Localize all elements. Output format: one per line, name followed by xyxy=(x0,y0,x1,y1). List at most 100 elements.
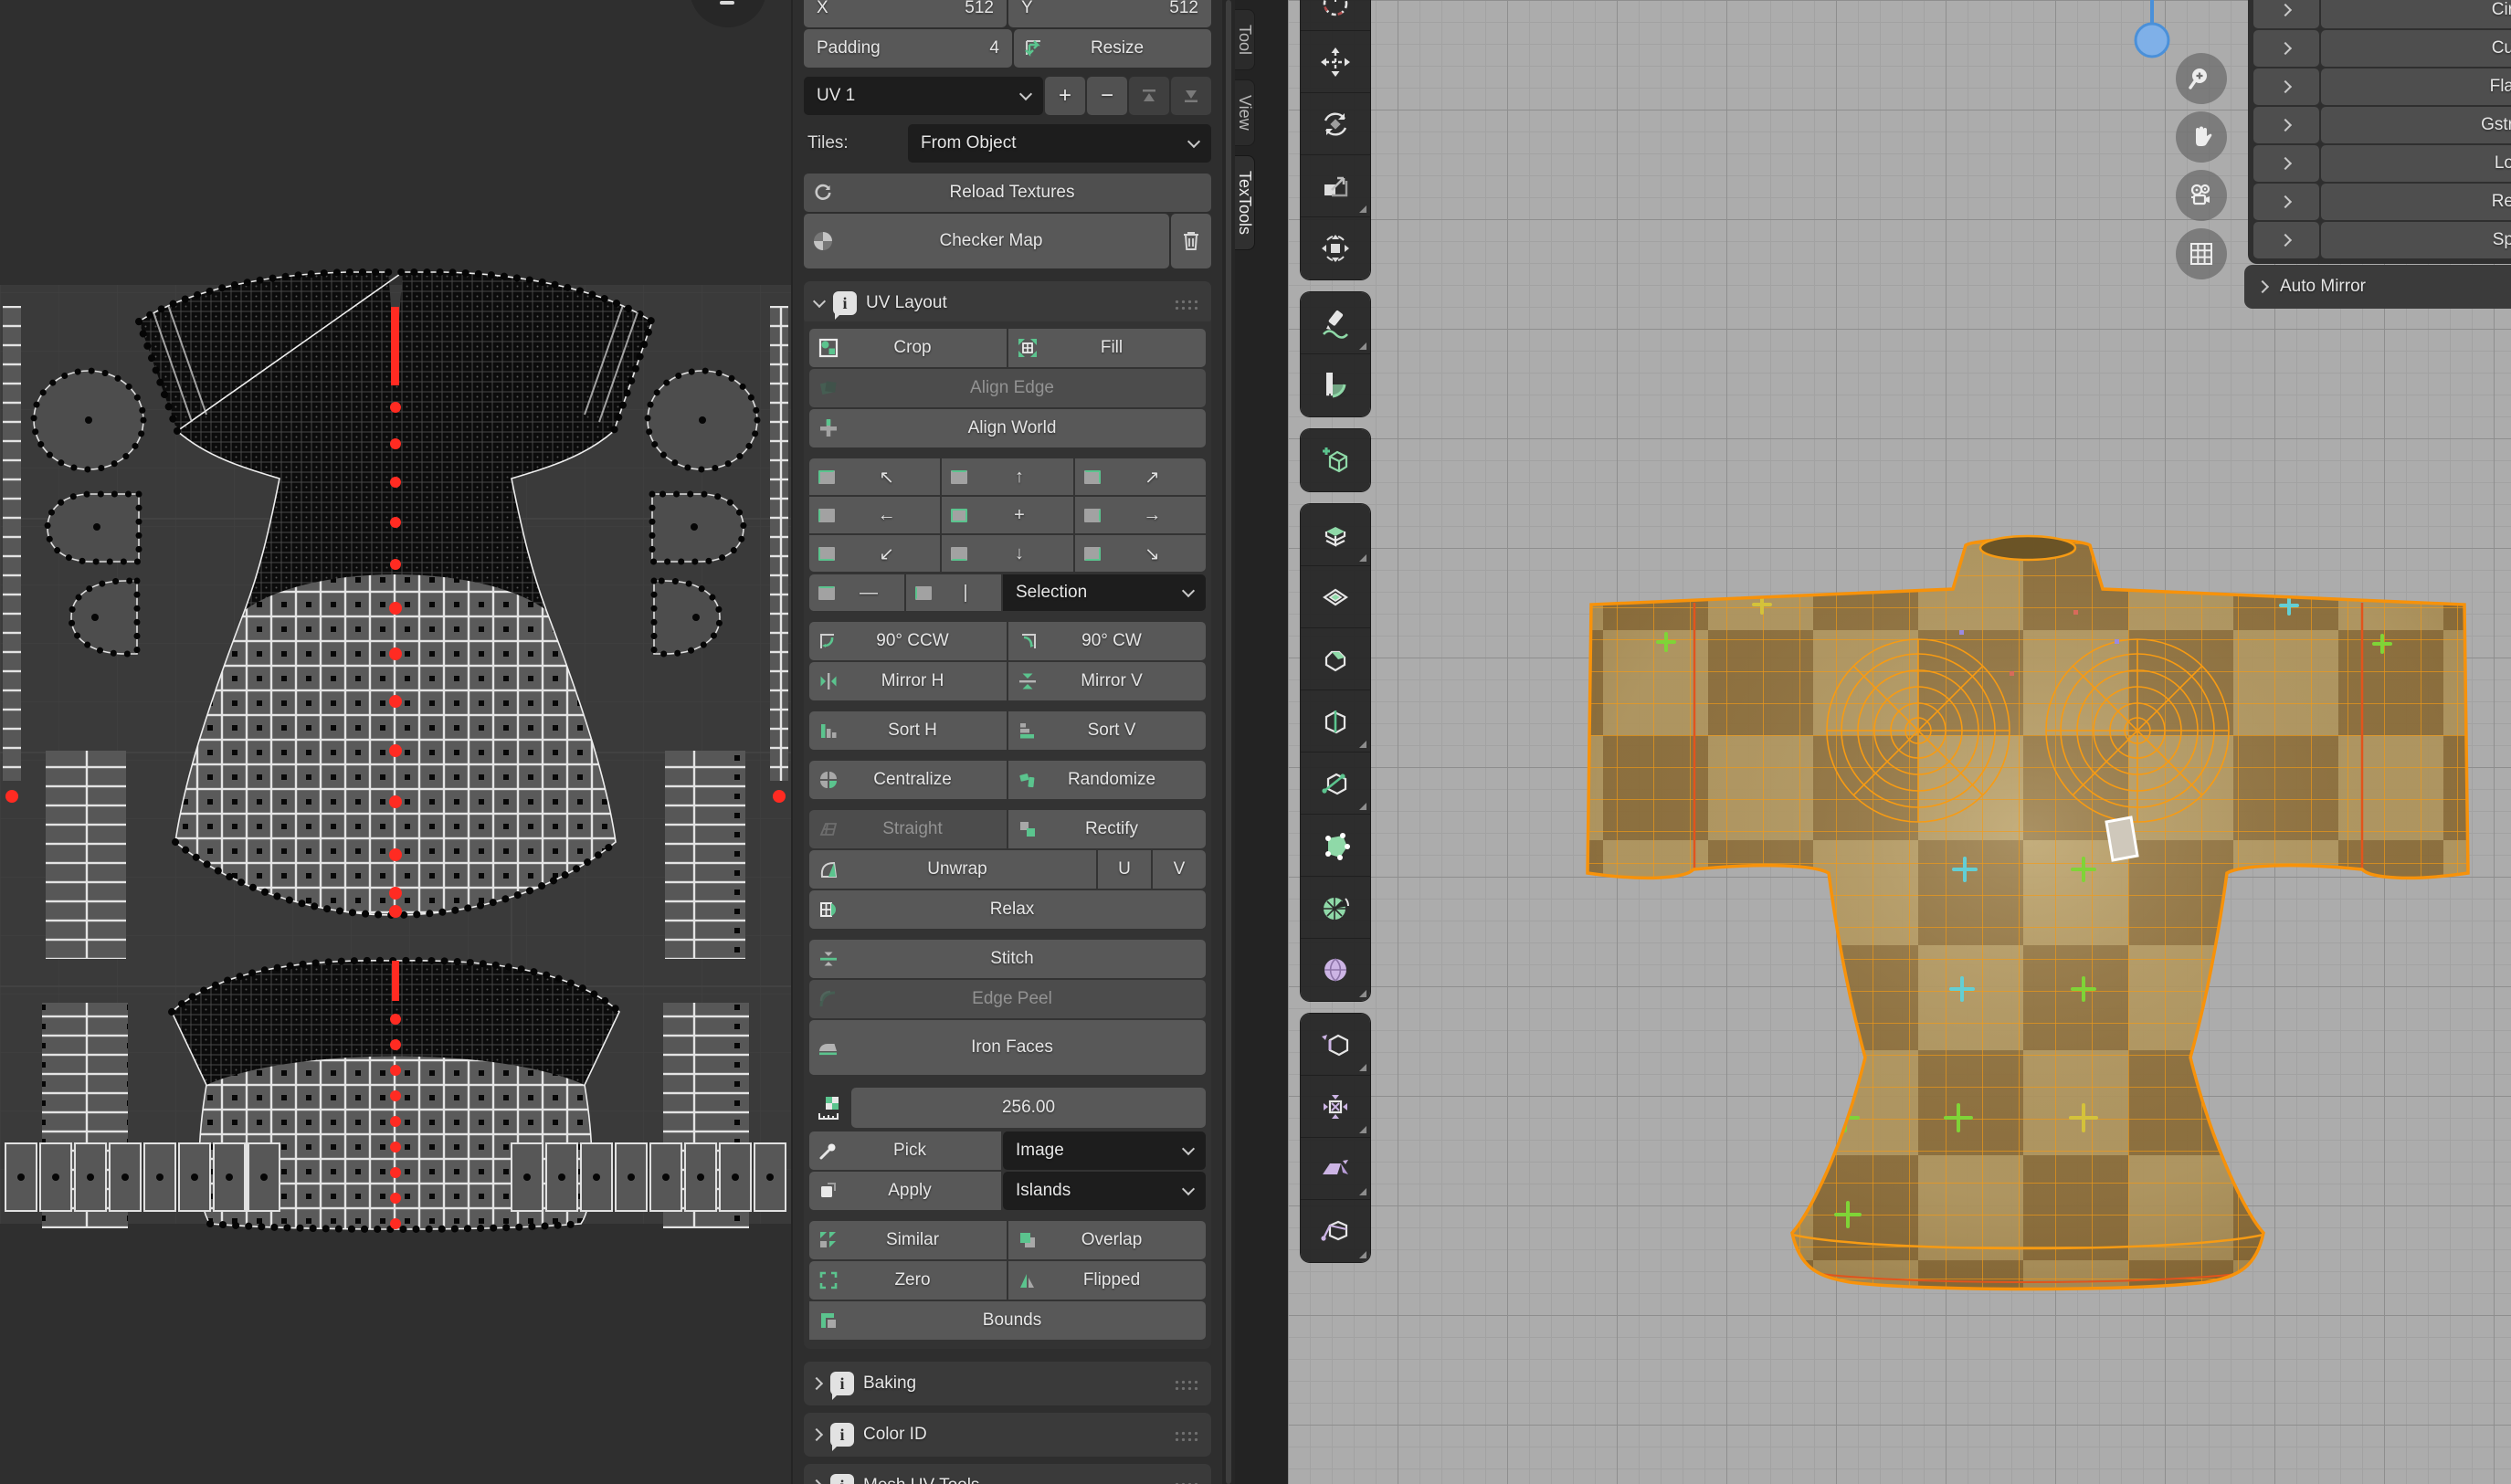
unwrap-v-button[interactable]: V xyxy=(1153,850,1206,889)
rotate-cw-button[interactable]: 90° CW xyxy=(1008,622,1206,660)
rotate-tool[interactable] xyxy=(1301,93,1370,155)
cursor-tool[interactable] xyxy=(1301,0,1370,31)
randomize-button[interactable]: Randomize xyxy=(1008,761,1206,799)
align-edge-button[interactable]: Align Edge xyxy=(809,369,1206,407)
padding-field[interactable]: Padding 4 xyxy=(804,29,1012,68)
list-item[interactable]: Sp xyxy=(2253,222,2511,258)
drag-grip-icon[interactable] xyxy=(1173,1378,1200,1390)
transform-tool[interactable] xyxy=(1301,217,1370,279)
spin-tool[interactable] xyxy=(1301,877,1370,939)
size-x-field[interactable]: X 512 xyxy=(804,0,1007,27)
uv-map-move-bottom-button[interactable] xyxy=(1171,77,1211,115)
move-tool[interactable] xyxy=(1301,31,1370,93)
distribute-h-button[interactable]: — xyxy=(809,574,904,611)
align-bottom-left-button[interactable]: ↙ xyxy=(809,535,940,572)
scale-tool[interactable] xyxy=(1301,155,1370,217)
expand-chevron-icon[interactable] xyxy=(2253,68,2319,105)
expand-chevron-icon[interactable] xyxy=(2253,145,2319,182)
select-similar-button[interactable]: Similar xyxy=(809,1221,1007,1259)
rip-region-tool[interactable] xyxy=(1301,1200,1370,1262)
mirror-v-button[interactable]: Mirror V xyxy=(1008,662,1206,700)
annotate-tool[interactable] xyxy=(1301,292,1370,354)
unwrap-u-button[interactable]: U xyxy=(1098,850,1151,889)
add-cube-tool[interactable] xyxy=(1301,429,1370,491)
drag-grip-icon[interactable] xyxy=(1173,298,1200,310)
poly-build-tool[interactable] xyxy=(1301,815,1370,877)
unwrap-button[interactable]: Unwrap xyxy=(809,850,1096,889)
list-item[interactable]: Re xyxy=(2253,184,2511,220)
select-bounds-button[interactable]: Bounds xyxy=(809,1301,1206,1340)
inset-faces-tool[interactable] xyxy=(1301,566,1370,628)
select-zero-button[interactable]: Zero xyxy=(809,1261,1007,1300)
sort-h-button[interactable]: Sort H xyxy=(809,711,1007,750)
centralize-button[interactable]: Centralize xyxy=(809,761,1007,799)
texel-density-field[interactable]: 256.00 xyxy=(851,1088,1206,1128)
align-right-button[interactable]: → xyxy=(1075,497,1206,533)
checker-map-delete-button[interactable] xyxy=(1171,214,1211,268)
rotate-ccw-button[interactable]: 90° CCW xyxy=(809,622,1007,660)
select-flipped-button[interactable]: Flipped xyxy=(1008,1261,1206,1300)
shrink-fatten-tool[interactable] xyxy=(1301,1076,1370,1138)
mirror-h-button[interactable]: Mirror H xyxy=(809,662,1007,700)
align-left-button[interactable]: ← xyxy=(809,497,940,533)
panel-scrollbar[interactable] xyxy=(1222,0,1235,1484)
align-center-button[interactable]: + xyxy=(942,497,1072,533)
extrude-region-tool[interactable] xyxy=(1301,504,1370,566)
info-icon[interactable]: i xyxy=(830,1423,854,1447)
uv-map-select[interactable]: UV 1 xyxy=(804,77,1043,115)
relax-button[interactable]: Relax xyxy=(809,890,1206,929)
info-icon[interactable]: i xyxy=(833,291,857,315)
bevel-tool[interactable] xyxy=(1301,628,1370,690)
tiles-select[interactable]: From Object xyxy=(908,124,1211,163)
uv-map-remove-button[interactable]: − xyxy=(1087,77,1127,115)
expand-chevron-icon[interactable] xyxy=(2253,222,2319,258)
drag-grip-icon[interactable] xyxy=(1173,1480,1200,1484)
distribute-v-button[interactable]: | xyxy=(906,574,1001,611)
tab-textools[interactable]: TexTools xyxy=(1235,155,1255,250)
apply-mode-select[interactable]: Islands xyxy=(1003,1172,1206,1210)
measure-tool[interactable] xyxy=(1301,354,1370,416)
expand-chevron-icon[interactable] xyxy=(2253,184,2319,220)
section-baking[interactable]: i Baking xyxy=(804,1362,1211,1405)
zoom-button[interactable] xyxy=(2176,53,2227,104)
uv-editor-canvas[interactable] xyxy=(0,0,791,1484)
align-top-right-button[interactable]: ↗ xyxy=(1075,458,1206,495)
list-item[interactable]: Lo xyxy=(2253,145,2511,182)
expand-chevron-icon[interactable] xyxy=(2253,0,2319,28)
list-item[interactable]: Gstr xyxy=(2253,107,2511,143)
smooth-tool[interactable] xyxy=(1301,939,1370,1001)
uv-map-add-button[interactable]: + xyxy=(1045,77,1085,115)
selection-mode-select[interactable]: Selection xyxy=(1003,574,1206,611)
align-bottom-button[interactable]: ↓ xyxy=(942,535,1072,572)
tab-view[interactable]: View xyxy=(1235,79,1255,146)
fill-button[interactable]: Fill xyxy=(1008,329,1206,367)
align-world-button[interactable]: Align World xyxy=(809,409,1206,447)
tab-tool[interactable]: Tool xyxy=(1235,9,1255,70)
expand-chevron-icon[interactable] xyxy=(2253,107,2319,143)
section-uv-layout[interactable]: i UV Layout xyxy=(804,281,1211,325)
pick-button[interactable]: Pick xyxy=(809,1131,1001,1170)
expand-chevron-icon[interactable] xyxy=(2253,30,2319,67)
sort-v-button[interactable]: Sort V xyxy=(1008,711,1206,750)
select-overlap-button[interactable]: Overlap xyxy=(1008,1221,1206,1259)
viewport-3d[interactable]: Cir Cu Fla Gstr Lo Re Sp Auto Mirror xyxy=(1288,0,2511,1484)
knife-tool[interactable] xyxy=(1301,753,1370,815)
pan-button[interactable] xyxy=(2176,111,2227,163)
stitch-button[interactable]: Stitch xyxy=(809,940,1206,978)
crop-button[interactable]: Crop xyxy=(809,329,1007,367)
uv-map-move-top-button[interactable] xyxy=(1129,77,1169,115)
edge-peel-button[interactable]: Edge Peel xyxy=(809,980,1206,1018)
reload-textures-button[interactable]: Reload Textures xyxy=(804,174,1211,212)
section-color-id[interactable]: i Color ID xyxy=(804,1413,1211,1457)
list-item[interactable]: Cu xyxy=(2253,30,2511,67)
info-icon[interactable]: i xyxy=(830,1474,854,1484)
edge-slide-tool[interactable] xyxy=(1301,1014,1370,1076)
section-mesh-uv-tools[interactable]: i Mesh UV Tools xyxy=(804,1464,1211,1484)
align-bottom-right-button[interactable]: ↘ xyxy=(1075,535,1206,572)
list-item[interactable]: Cir xyxy=(2253,0,2511,28)
grid-ortho-button[interactable] xyxy=(2176,228,2227,279)
checker-map-button[interactable]: Checker Map xyxy=(804,214,1169,268)
info-icon[interactable]: i xyxy=(830,1372,854,1395)
camera-view-button[interactable] xyxy=(2176,170,2227,221)
drag-grip-icon[interactable] xyxy=(1173,1429,1200,1441)
